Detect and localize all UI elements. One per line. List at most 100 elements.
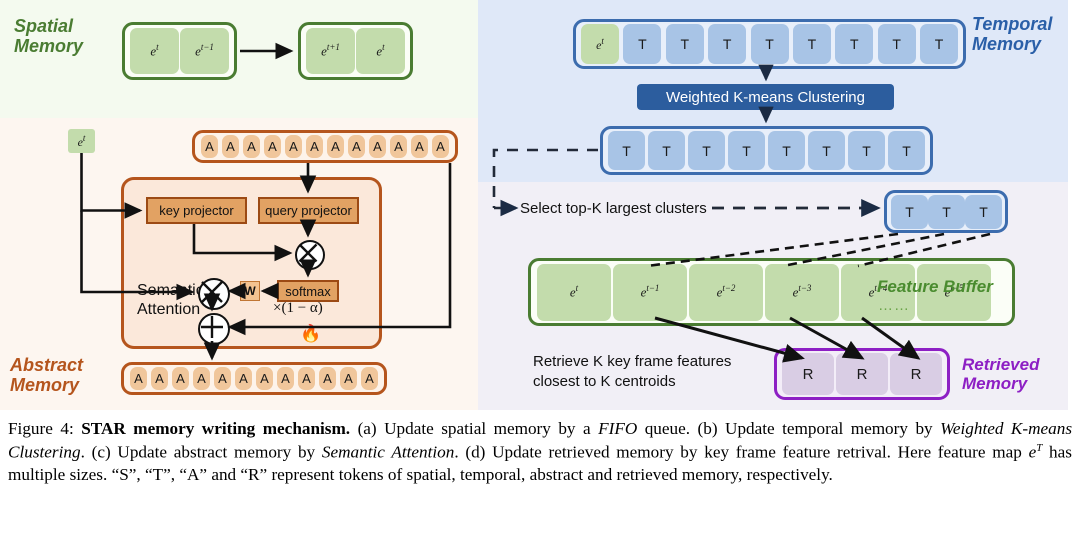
topk-token: T [891, 194, 928, 229]
retrieved-memory-label: Retrieved Memory [962, 355, 1040, 394]
temporal-cluster-token: T [808, 131, 845, 170]
cell-label: et+1 [321, 42, 340, 59]
abstract-token: A [285, 135, 302, 158]
cell-label: et [77, 132, 86, 149]
abstract-token: A [327, 135, 344, 158]
temporal-clustered-row: TTTTTTTT [600, 126, 933, 175]
cell-label: et [376, 42, 385, 59]
figure-caption: Figure 4: STAR memory writing mechanism.… [8, 418, 1072, 487]
temporal-input-feature: et [581, 24, 619, 64]
cell-label: et−2 [716, 283, 736, 300]
caption-fifo: FIFO [598, 419, 638, 438]
abstract-token: A [298, 367, 315, 390]
topk-token: T [965, 194, 1002, 229]
abstract-token: A [306, 135, 323, 158]
topk-token: T [928, 194, 965, 229]
flame-glyph: 🔥 [300, 324, 322, 343]
caption-title: STAR memory writing mechanism. [81, 419, 351, 438]
feature-buffer-cell: et [537, 263, 611, 321]
cell-label: et [596, 35, 604, 52]
cell-label: et−3 [792, 283, 812, 300]
alpha-term-label: ×(1 − α) [273, 281, 323, 318]
spatial-cell-et-1: et−1 [180, 28, 229, 74]
abstract-tokens-out: AAAAAAAAAAAA [121, 362, 387, 395]
spatial-cell-et+1: et+1 [306, 28, 355, 74]
temporal-token: T [750, 24, 789, 64]
right-margin [1068, 0, 1080, 410]
weighted-kmeans-box: Weighted K-means Clustering [637, 84, 894, 110]
temporal-cluster-token: T [888, 131, 925, 170]
abstract-token: A [348, 135, 365, 158]
alpha-term-text: ×(1 − α) [273, 300, 323, 317]
abstract-token: A [411, 135, 428, 158]
abstract-token: A [130, 367, 147, 390]
temporal-memory-label: Temporal Memory [972, 14, 1053, 55]
temporal-token: T [623, 24, 662, 64]
caption-a2: queue. (b) Update temporal memory by [637, 419, 941, 438]
temporal-cluster-token: T [728, 131, 765, 170]
abstract-token: A [235, 367, 252, 390]
spatial-queue-before: et et−1 [122, 22, 237, 80]
temporal-token: T [920, 24, 958, 64]
key-projector-box: key projector [146, 197, 247, 224]
temporal-cluster-token: T [768, 131, 805, 170]
temporal-token: T [835, 24, 874, 64]
caption-figure-number: Figure 4: [8, 419, 74, 438]
abstract-token: A [214, 367, 231, 390]
spatial-queue-after: et+1 et [298, 22, 413, 80]
caption-semantic: Semantic Attention [321, 442, 455, 462]
spatial-cell-et: et [130, 28, 179, 74]
multiply-operator-qk [295, 240, 325, 270]
abstract-token: A [361, 367, 378, 390]
temporal-cluster-token: T [688, 131, 725, 170]
abstract-token: A [222, 135, 239, 158]
abstract-token: A [256, 367, 273, 390]
temporal-cluster-token: T [648, 131, 685, 170]
spatial-memory-label: Spatial Memory [14, 16, 84, 57]
abstract-token: A [340, 367, 357, 390]
temporal-token: T [708, 24, 747, 64]
temporal-token: T [665, 24, 704, 64]
caption-b: . (c) Update abstract memory by [80, 442, 322, 462]
abstract-token: A [243, 135, 260, 158]
figure-root: Spatial Memory et et−1 et+1 et Abstract … [0, 0, 1080, 533]
flame-icon: 🔥 [300, 325, 321, 342]
feature-buffer-ellipsis: …… [878, 297, 910, 314]
feature-buffer-cell: et−3 [765, 263, 839, 321]
temporal-cluster-token: T [848, 131, 885, 170]
spatial-cell-et-out: et [356, 28, 405, 74]
temporal-input-row: et TTTTTTTT [573, 19, 966, 69]
abstract-tokens-in: AAAAAAAAAAAA [192, 130, 458, 163]
cell-label: et−1 [195, 42, 214, 59]
abstract-token: A [432, 135, 449, 158]
abstract-token: A [277, 367, 294, 390]
abstract-token: A [369, 135, 386, 158]
add-operator-residual [198, 313, 230, 345]
abstract-token: A [193, 367, 210, 390]
caption-c: . (d) Update retrieved memory by key fra… [454, 442, 1029, 462]
abstract-memory-label: Abstract Memory [10, 355, 84, 396]
retrieve-description: Retrieve K key frame features closest to… [533, 353, 732, 391]
abstract-token: A [264, 135, 281, 158]
abstract-token: A [172, 367, 189, 390]
abstract-token: A [390, 135, 407, 158]
retrieved-token: R [782, 353, 834, 395]
temporal-token: T [877, 24, 916, 64]
temporal-cluster-token: T [608, 131, 645, 170]
abstract-token: A [201, 135, 218, 158]
select-topk-label: Select top-K largest clusters [520, 200, 707, 217]
abstract-input-feature: et [68, 129, 95, 153]
cell-label: et [569, 283, 579, 300]
topk-cluster-row: TTT [884, 190, 1008, 233]
caption-a: (a) Update spatial memory by a [350, 419, 599, 438]
abstract-token: A [319, 367, 336, 390]
retrieved-memory-row: RRR [774, 348, 950, 400]
weight-box: W [240, 281, 260, 301]
feature-buffer-cell: et−2 [689, 263, 763, 321]
query-projector-box: query projector [258, 197, 359, 224]
cell-label: et−1 [640, 283, 660, 300]
feature-buffer-label: Feature Buffer [877, 277, 993, 296]
temporal-token: T [792, 24, 831, 64]
cell-label: et [150, 42, 159, 59]
multiply-operator-attn [198, 278, 230, 310]
